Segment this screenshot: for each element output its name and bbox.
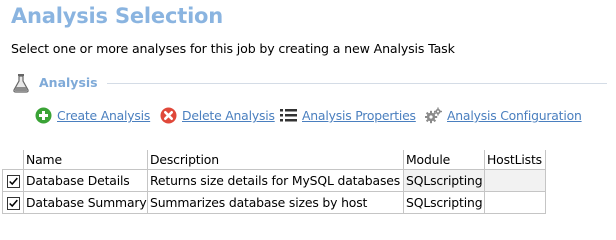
- row-checkbox[interactable]: [6, 175, 20, 188]
- cell-name[interactable]: Database Summary: [23, 191, 148, 214]
- cell-description[interactable]: Returns size details for MySQL databases: [147, 169, 404, 192]
- cell-name[interactable]: Database Details: [23, 169, 148, 192]
- table-header-row: Name Description Module HostLists: [2, 150, 546, 170]
- section-divider: [107, 83, 607, 84]
- analysis-toolbar: Create Analysis Delete Analysis Analysis…: [35, 106, 610, 126]
- page-subtitle: Select one or more analyses for this job…: [11, 41, 455, 56]
- table-row[interactable]: Database Summary Summarizes database siz…: [2, 191, 546, 214]
- cell-description[interactable]: Summarizes database sizes by host: [147, 191, 404, 214]
- row-checkbox[interactable]: [6, 197, 20, 210]
- page-title: Analysis Selection: [11, 4, 224, 28]
- x-circle-icon: [160, 107, 177, 124]
- analysis-section-header: Analysis: [12, 73, 607, 93]
- cell-module[interactable]: SQLscripting: [403, 191, 485, 214]
- column-header-module[interactable]: Module: [403, 150, 485, 170]
- analysis-table: Name Description Module HostLists Databa…: [2, 150, 546, 214]
- checkmark-icon: [8, 177, 18, 186]
- column-header-description[interactable]: Description: [147, 150, 404, 170]
- cell-hostlists[interactable]: [484, 191, 546, 214]
- cell-hostlists[interactable]: [484, 169, 546, 192]
- table-row[interactable]: Database Details Returns size details fo…: [2, 169, 546, 192]
- gears-icon: [425, 107, 442, 124]
- create-analysis-label[interactable]: Create Analysis: [57, 108, 150, 123]
- checkmark-icon: [8, 199, 18, 208]
- cell-module[interactable]: SQLscripting: [403, 169, 485, 192]
- analysis-properties-label[interactable]: Analysis Properties: [302, 108, 416, 123]
- column-header-select: [2, 150, 24, 170]
- row-checkbox-cell[interactable]: [2, 191, 24, 214]
- plus-circle-icon: [35, 107, 52, 124]
- flask-icon: [13, 74, 29, 93]
- row-checkbox-cell[interactable]: [2, 169, 24, 192]
- column-header-name[interactable]: Name: [23, 150, 148, 170]
- section-label: Analysis: [39, 75, 98, 90]
- delete-analysis-label[interactable]: Delete Analysis: [182, 108, 275, 123]
- analysis-configuration-label[interactable]: Analysis Configuration: [447, 108, 582, 123]
- list-icon: [280, 109, 297, 122]
- column-header-hostlists[interactable]: HostLists: [484, 150, 546, 170]
